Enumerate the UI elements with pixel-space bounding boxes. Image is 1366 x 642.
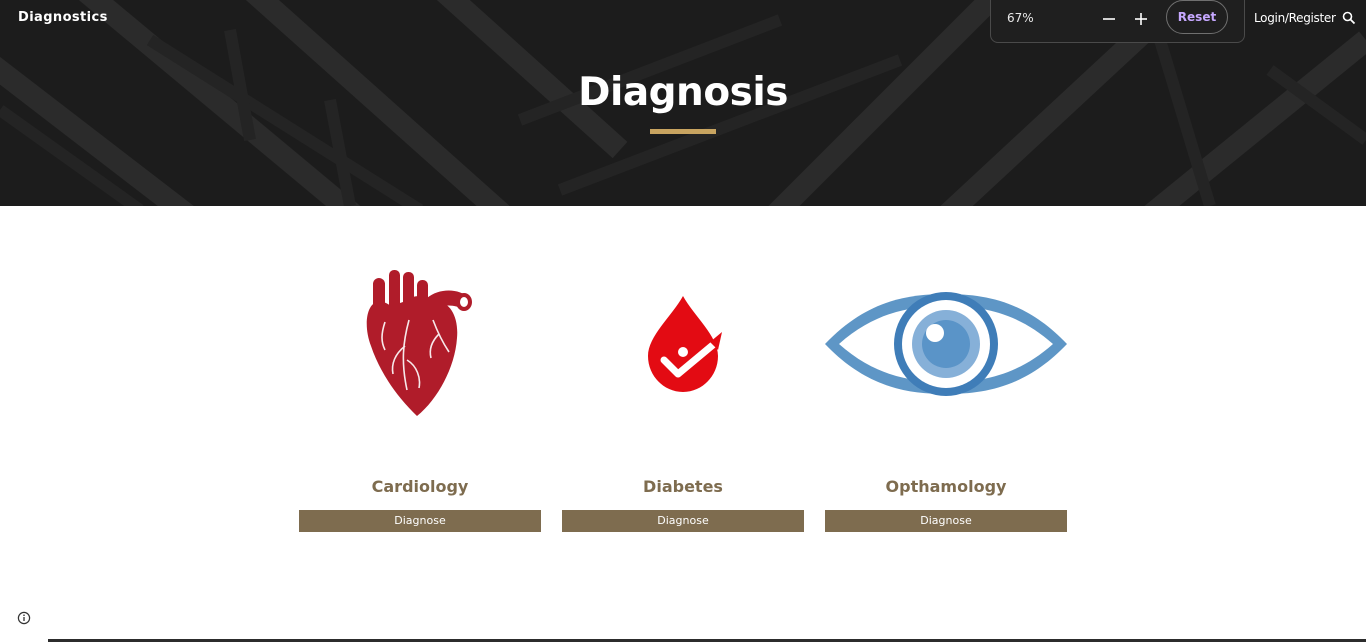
page-title: Diagnosis [578, 70, 788, 115]
zoom-level: 67% [1007, 11, 1034, 25]
hero-banner: Diagnostics Diagnosis Login/Register 67%… [0, 0, 1366, 206]
brand-logo-text[interactable]: Diagnostics [18, 10, 108, 25]
search-icon[interactable] [1341, 10, 1357, 26]
card-diabetes: Diabetes Diagnose [562, 250, 804, 532]
card-title: Cardiology [371, 477, 469, 496]
diagnose-diabetes-button[interactable]: Diagnose [562, 510, 804, 532]
card-opthamology: Opthamology Diagnose [825, 250, 1067, 532]
heart-icon [366, 270, 472, 416]
card-cardiology: Cardiology Diagnose [299, 250, 541, 532]
zoom-out-icon[interactable] [1099, 9, 1119, 29]
zoom-popup: 67% Reset [990, 0, 1245, 43]
eye-icon [825, 292, 1067, 396]
diagnose-cardiology-button[interactable]: Diagnose [299, 510, 541, 532]
info-icon[interactable] [17, 611, 31, 625]
card-title: Opthamology [885, 477, 1007, 496]
blood-drop-icon [648, 296, 722, 392]
card-title: Diabetes [643, 477, 723, 496]
diagnose-opthamology-button[interactable]: Diagnose [825, 510, 1067, 532]
zoom-reset-button[interactable]: Reset [1166, 0, 1228, 34]
zoom-in-icon[interactable] [1131, 9, 1151, 29]
title-underline [650, 129, 716, 134]
login-register-link[interactable]: Login/Register [1254, 11, 1336, 25]
